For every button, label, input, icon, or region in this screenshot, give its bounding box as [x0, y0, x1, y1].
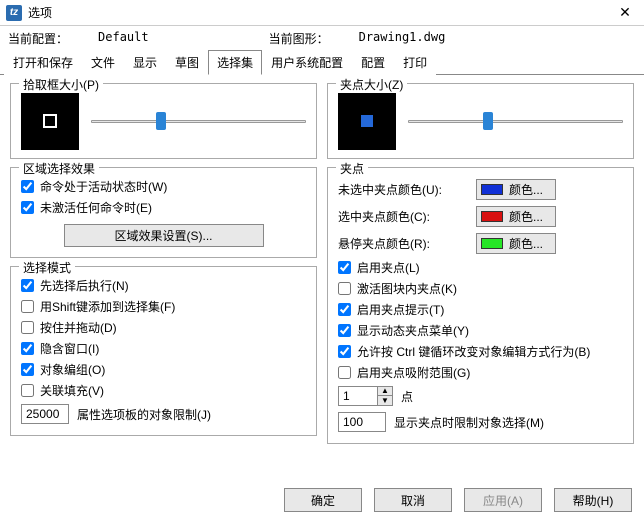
grip-snap-unit: 点 — [401, 388, 413, 405]
color-swatch-icon — [481, 238, 503, 249]
grip-option[interactable]: 显示动态夹点菜单(Y) — [338, 320, 623, 341]
grip-square-icon — [361, 115, 373, 127]
grip-limit-label: 显示夹点时限制对象选择(M) — [394, 414, 544, 431]
apply-button[interactable]: 应用(A) — [464, 488, 542, 512]
region-settings-button[interactable]: 区域效果设置(S)... — [64, 224, 264, 247]
spinner-down-icon[interactable]: ▼ — [378, 396, 392, 405]
grip-hover-label: 悬停夹点颜色(R): — [338, 235, 468, 252]
tab-打开和保存[interactable]: 打开和保存 — [4, 50, 82, 75]
select-mode-item-label: 先选择后执行(N) — [40, 277, 129, 294]
grip-option[interactable]: 启用夹点(L) — [338, 257, 623, 278]
select-mode-item-label: 隐含窗口(I) — [40, 340, 99, 357]
select-mode-item-label: 对象编组(O) — [40, 361, 105, 378]
grip-selected-color-button[interactable]: 颜色... — [476, 206, 556, 227]
grip-option[interactable]: 允许按 Ctrl 键循环改变对象编辑方式行为(B) — [338, 341, 623, 362]
current-drawing-value: Drawing1.dwg — [329, 30, 446, 47]
grip-option-label: 激活图块内夹点(K) — [357, 280, 457, 297]
pickbox-square-icon — [43, 114, 57, 128]
grip-unselected-color-button[interactable]: 颜色... — [476, 179, 556, 200]
cancel-button[interactable]: 取消 — [374, 488, 452, 512]
select-mode-item-label: 按住并拖动(D) — [40, 319, 117, 336]
object-limit-input[interactable] — [21, 404, 69, 424]
tab-选择集[interactable]: 选择集 — [208, 50, 262, 75]
region-no-cmd-checkbox[interactable]: 未激活任何命令时(E) — [21, 197, 306, 218]
grip-option-label: 启用夹点吸附范围(G) — [357, 364, 470, 381]
grip-snap-spinner[interactable]: ▲ ▼ — [338, 386, 393, 406]
grip-option-label: 允许按 Ctrl 键循环改变对象编辑方式行为(B) — [357, 343, 590, 360]
grip-limit-input[interactable] — [338, 412, 386, 432]
gripsize-title: 夹点大小(Z) — [336, 76, 407, 93]
tab-用户系统配置[interactable]: 用户系统配置 — [262, 50, 352, 75]
app-icon: tz — [6, 5, 22, 21]
tab-显示[interactable]: 显示 — [124, 50, 166, 75]
grip-hover-color-button[interactable]: 颜色... — [476, 233, 556, 254]
window-title: 选项 — [28, 4, 610, 21]
region-active-cmd-checkbox[interactable]: 命令处于活动状态时(W) — [21, 176, 306, 197]
tab-打印[interactable]: 打印 — [394, 50, 436, 75]
region-no-cmd-label: 未激活任何命令时(E) — [40, 199, 152, 216]
current-config-value: Default — [68, 30, 149, 47]
current-config-label: 当前配置： — [8, 30, 68, 47]
region-active-cmd-label: 命令处于活动状态时(W) — [40, 178, 167, 195]
select-mode-title: 选择模式 — [19, 259, 75, 276]
tab-文件[interactable]: 文件 — [82, 50, 124, 75]
grip-option-label: 显示动态夹点菜单(Y) — [357, 322, 469, 339]
select-mode-item[interactable]: 按住并拖动(D) — [21, 317, 306, 338]
select-mode-item[interactable]: 用Shift键添加到选择集(F) — [21, 296, 306, 317]
grip-option[interactable]: 激活图块内夹点(K) — [338, 278, 623, 299]
grips-title: 夹点 — [336, 160, 368, 177]
current-drawing-label: 当前图形： — [269, 30, 329, 47]
tab-配置[interactable]: 配置 — [352, 50, 394, 75]
close-icon[interactable]: ✕ — [610, 2, 640, 24]
object-limit-label: 属性选项板的对象限制(J) — [77, 406, 211, 423]
gripsize-slider[interactable] — [408, 111, 623, 131]
pickbox-title: 拾取框大小(P) — [19, 76, 103, 93]
grip-selected-label: 选中夹点颜色(C): — [338, 208, 468, 225]
spinner-up-icon[interactable]: ▲ — [378, 387, 392, 396]
grip-option-label: 启用夹点(L) — [357, 259, 420, 276]
select-mode-item[interactable]: 对象编组(O) — [21, 359, 306, 380]
help-button[interactable]: 帮助(H) — [554, 488, 632, 512]
select-mode-item[interactable]: 关联填充(V) — [21, 380, 306, 401]
tab-草图[interactable]: 草图 — [166, 50, 208, 75]
grip-option[interactable]: 启用夹点提示(T) — [338, 299, 623, 320]
gripsize-preview — [338, 92, 396, 150]
select-mode-item[interactable]: 隐含窗口(I) — [21, 338, 306, 359]
ok-button[interactable]: 确定 — [284, 488, 362, 512]
select-mode-item[interactable]: 先选择后执行(N) — [21, 275, 306, 296]
pickbox-preview — [21, 92, 79, 150]
pickbox-slider[interactable] — [91, 111, 306, 131]
grip-option[interactable]: 启用夹点吸附范围(G) — [338, 362, 623, 383]
select-mode-item-label: 关联填充(V) — [40, 382, 104, 399]
select-mode-item-label: 用Shift键添加到选择集(F) — [40, 298, 175, 315]
region-title: 区域选择效果 — [19, 160, 99, 177]
color-swatch-icon — [481, 184, 503, 195]
grip-unselected-label: 未选中夹点颜色(U): — [338, 181, 468, 198]
color-swatch-icon — [481, 211, 503, 222]
grip-option-label: 启用夹点提示(T) — [357, 301, 444, 318]
